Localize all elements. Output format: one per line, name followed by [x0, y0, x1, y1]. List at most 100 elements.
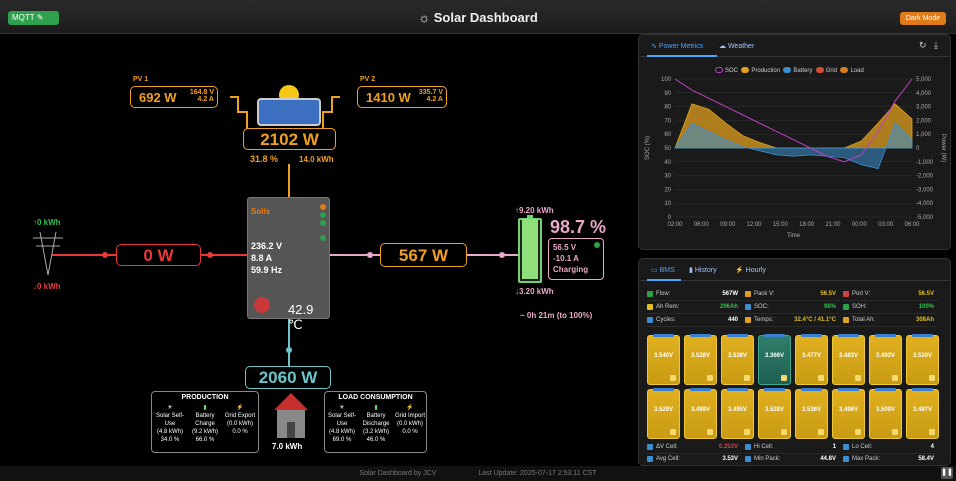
y-tick-right: 0 [916, 146, 920, 152]
battery-icon: ▮ [203, 405, 207, 411]
tab-weather[interactable]: ☁ Weather [719, 42, 754, 50]
y-axis-label-right: Power (W) [940, 134, 946, 162]
cell-voltage: 3.496V [838, 407, 859, 413]
legend-load[interactable]: Load [840, 67, 864, 74]
footer-last-update: Last Update: 2025-07-17 2:53:11 CST [478, 470, 597, 477]
solar-percent: 31.8 % [250, 154, 279, 164]
inverter-led-icon [320, 204, 326, 210]
download-icon[interactable]: ⤓ [934, 40, 938, 51]
battery-cell: 3.499V [684, 388, 717, 439]
cell-voltage: 3.536V [801, 407, 822, 413]
solar-panel-icon [257, 98, 321, 126]
cell-voltage: 3.510V [912, 353, 933, 359]
inverter-logo-icon [254, 297, 270, 313]
x-tick: 12:00 [746, 222, 762, 228]
bms-stat: Min Pack: 44.8V [745, 454, 840, 466]
consumption-grid-import: ⚡ Grid Import (0.0 kWh) 0.0 % [394, 405, 425, 435]
tab-bms[interactable]: ▭ BMS [651, 266, 675, 274]
pv1-power: 692 W [139, 90, 177, 105]
battery-voltage: 56.5 V [553, 243, 577, 252]
cell-voltage: 3.529V [653, 407, 674, 413]
power-chart[interactable]: 100 5,00090 4,00080 3,00070 2,00060 1,00050 04… [639, 75, 950, 245]
active-tab-indicator [647, 279, 681, 281]
y-tick-right: 4,000 [916, 91, 932, 97]
stat-label: Port V: [852, 291, 871, 297]
pv1-current: 4.2 A [197, 96, 214, 103]
x-tick: 06:00 [694, 222, 710, 228]
bar-chart-icon: ▮ [689, 267, 693, 274]
pv1-voltage: 164.8 V [189, 89, 214, 96]
stat-icon [647, 444, 653, 450]
grid-import-today: ↑0 kWh [33, 218, 61, 227]
legend-grid[interactable]: Grid [815, 67, 837, 74]
y-tick-right: -1,000 [916, 160, 934, 166]
y-tick-left: 50 [664, 146, 671, 152]
pause-button[interactable]: ❚❚ [941, 467, 953, 479]
x-axis-label: Time [787, 233, 801, 239]
x-tick: 02:00 [667, 222, 683, 228]
bms-stat: Lo Cell: 4 [843, 442, 938, 454]
legend-battery[interactable]: Battery [783, 67, 812, 74]
solar-total-power: 2102 W [260, 130, 319, 149]
grid-power-box: 0 W [116, 244, 201, 266]
inverter-led-icon [320, 220, 326, 226]
bms-stat: Total Ah: 308Ah [843, 315, 938, 327]
sun-icon: ☀ [339, 405, 345, 411]
y-tick-left: 80 [664, 105, 671, 111]
y-tick-right: -4,000 [916, 201, 934, 207]
stat-icon [843, 291, 849, 297]
grid-power: 0 W [143, 246, 174, 265]
cell-voltage: 3.493V [875, 353, 896, 359]
tab-power-metrics[interactable]: ∿ Power Metrics [651, 42, 703, 50]
refresh-icon[interactable]: ↻ [919, 40, 927, 51]
x-tick: 03:00 [878, 222, 894, 228]
grid-tower-icon [33, 231, 63, 276]
stat-value: 56.5V [820, 291, 836, 297]
pv1-label: PV 1 [133, 76, 149, 83]
pv2-box: 1410 W 335.7 V 4.2 A [357, 86, 447, 108]
stat-label: Total Ah: [852, 317, 876, 323]
stat-value: 1 [832, 444, 836, 450]
battery-cell: 3.509V [869, 388, 902, 439]
grid-export-today: ↓0 kWh [33, 282, 61, 291]
battery-icon: ▮ [374, 405, 378, 411]
legend-soc[interactable]: SOC [715, 67, 738, 74]
stat-icon [745, 444, 751, 450]
stat-icon [647, 317, 653, 323]
stat-value: 567W [722, 291, 738, 297]
x-tick: 18:00 [799, 222, 815, 228]
battery-charge-today: ↑9.20 kWh [515, 206, 554, 215]
production-summary: PRODUCTION ☀ Solar Self-Use (4.8 kWh) 34… [151, 391, 259, 453]
production-title: PRODUCTION [181, 394, 229, 401]
pv2-label: PV 2 [360, 76, 376, 83]
battery-cell: 3.528V [684, 334, 717, 385]
tab-history[interactable]: ▮ History [689, 266, 717, 274]
y-tick-left: 20 [664, 187, 671, 193]
consumption-title: LOAD CONSUMPTION [338, 394, 413, 401]
stat-value: 0.253V [718, 444, 738, 450]
stat-icon [745, 291, 751, 297]
inverter-temperature: 42.9 ℃ [288, 302, 314, 332]
bms-stat: Avg Cell: 3.53V [647, 454, 742, 466]
bms-tabs: ▭ BMS ▮ History ⚡ Hourly [639, 259, 950, 281]
bms-stat: Hi Cell: 1 [745, 442, 840, 454]
stat-value: 4 [930, 444, 934, 450]
cell-voltage: 3.538V [727, 353, 748, 359]
battery-cell: 3.483V [832, 334, 865, 385]
footer: Solar Dashboard by JCV Last Update: 2025… [0, 466, 956, 481]
battery-cell: 3.495V [721, 388, 754, 439]
legend-production[interactable]: Production [741, 67, 780, 74]
cell-voltage: 3.366V [764, 353, 785, 359]
stat-icon [745, 304, 751, 310]
cell-voltage: 3.528V [690, 353, 711, 359]
bms-stat: Temps: 32.4°C / 41.1°C [745, 315, 840, 327]
stat-label: SOH: [852, 304, 867, 310]
y-tick-right: 1,000 [916, 132, 932, 138]
stat-label: Cycles: [656, 317, 676, 323]
bolt-icon: ⚡ [236, 405, 244, 411]
tab-hourly[interactable]: ⚡ Hourly [735, 266, 766, 274]
battery-cell: 3.510V [906, 334, 939, 385]
inverter-led-icon [320, 235, 326, 241]
stat-icon [647, 304, 653, 310]
footer-credit: Solar Dashboard by JCV [359, 470, 437, 477]
